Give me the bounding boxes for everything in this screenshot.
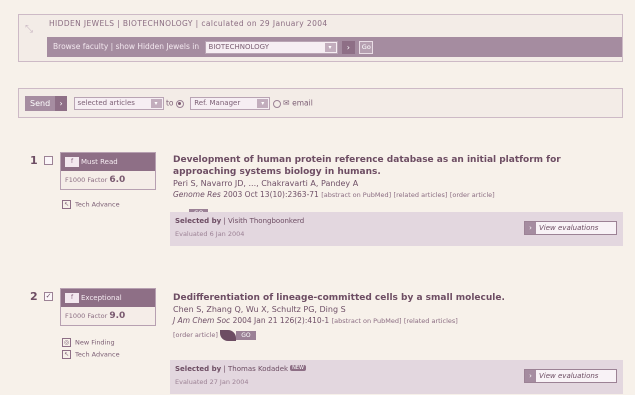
send-arrow-button[interactable]: › xyxy=(55,96,68,111)
linkout-logo[interactable]: GO xyxy=(220,329,256,341)
arrow-right-button[interactable]: › xyxy=(341,40,355,54)
rating-badge: f Must Read F1000 Factor 6.0 xyxy=(60,152,156,190)
faculty-logo-icon: f xyxy=(65,157,79,167)
article-item: 2 ✓ f Exceptional F1000 Factor 9.0 ◎ New F… xyxy=(18,288,623,394)
selected-by-box: Selected by | Visith Thongboonkerd Evalu… xyxy=(170,212,623,246)
selector-name[interactable]: Visith Thongboonkerd xyxy=(228,217,304,225)
rating-badge: f Exceptional F1000 Factor 9.0 xyxy=(60,288,156,326)
target-select[interactable]: Ref. Manager ▾ xyxy=(190,97,271,110)
related-articles-link[interactable]: [related articles] xyxy=(394,191,448,199)
faculty-logo-icon: f xyxy=(65,293,79,303)
category-select-value: BIOTECHNOLOGY xyxy=(208,42,269,51)
rating-label: Must Read xyxy=(81,158,118,166)
category-select[interactable]: BIOTECHNOLOGY ▾ xyxy=(204,40,338,54)
email-radio[interactable] xyxy=(272,99,281,108)
email-label: email xyxy=(292,98,313,108)
chevron-down-icon: ▾ xyxy=(150,99,162,108)
selection-select-value: selected articles xyxy=(77,99,135,107)
selection-select[interactable]: selected articles ▾ xyxy=(73,97,164,110)
factor-value: 9.0 xyxy=(109,311,126,321)
abstract-link[interactable]: [abstract on PubMed] xyxy=(332,317,402,325)
export-radio[interactable] xyxy=(175,99,184,108)
to-label: to xyxy=(165,98,174,108)
article-title[interactable]: Dedifferentiation of lineage-committed c… xyxy=(173,292,623,304)
send-button[interactable]: Send xyxy=(25,96,56,111)
view-evaluations-button[interactable]: › View evaluations xyxy=(524,221,617,235)
chevron-down-icon: ▾ xyxy=(257,99,269,108)
new-finding-icon: ◎ xyxy=(62,338,71,347)
factor-label: F1000 Factor xyxy=(65,176,108,184)
article-authors: Peri S, Navarro JD, ..., Chakravarti A, … xyxy=(173,179,359,188)
browse-label: Browse faculty | show Hidden Jewels in xyxy=(53,42,200,51)
order-article-link[interactable]: [order article] xyxy=(173,331,218,339)
selected-by-box: Selected by | Thomas Kodadek NEW Evaluate… xyxy=(170,360,623,394)
chevron-down-icon: ▾ xyxy=(324,42,336,52)
tag-new-finding[interactable]: ◎ New Finding xyxy=(62,338,115,347)
arrow-up-left-icon: ↖ xyxy=(62,200,71,209)
abstract-link[interactable]: [abstract on PubMed] xyxy=(321,191,391,199)
arrow-up-left-icon: ↖ xyxy=(62,350,71,359)
evaluated-date: Evaluated 27 Jan 2004 xyxy=(175,378,249,386)
article-title[interactable]: Development of human protein reference d… xyxy=(173,154,623,178)
article-checkbox[interactable] xyxy=(44,156,53,165)
new-badge: NEW xyxy=(290,365,306,371)
article-item: 1 f Must Read F1000 Factor 6.0 ↖ Tech Adva… xyxy=(18,152,623,247)
browse-row: Browse faculty | show Hidden Jewels in B… xyxy=(47,37,622,57)
article-citation: Genome Res 2003 Oct 13(10):2363-71 [abst… xyxy=(173,190,495,199)
factor-value: 6.0 xyxy=(109,175,126,185)
corner-icon: ⤡ xyxy=(25,24,33,35)
article-citation: J Am Chem Soc 2004 Jan 21 126(2):410-1 [… xyxy=(173,316,458,325)
rating-label: Exceptional xyxy=(81,294,122,302)
factor-label: F1000 Factor xyxy=(65,312,108,320)
go-button[interactable]: Go xyxy=(359,40,374,54)
article-authors: Chen S, Zhang Q, Wu X, Schultz PG, Ding … xyxy=(173,305,346,314)
header-bar: ⤡ HIDDEN JEWELS | BIOTECHNOLOGY | calcul… xyxy=(18,14,623,62)
evaluated-date: Evaluated 6 Jan 2004 xyxy=(175,230,245,238)
send-bar: Send › selected articles ▾ to Ref. Manage… xyxy=(18,88,623,118)
selector-name[interactable]: Thomas Kodadek xyxy=(228,365,288,373)
related-articles-link[interactable]: [related articles] xyxy=(404,317,458,325)
view-evaluations-button[interactable]: › View evaluations xyxy=(524,369,617,383)
breadcrumb: HIDDEN JEWELS | BIOTECHNOLOGY | calculat… xyxy=(49,19,328,28)
tag-tech-advance[interactable]: ↖ Tech Advance xyxy=(62,200,120,209)
article-number: 1 xyxy=(30,154,38,167)
tag-tech-advance[interactable]: ↖ Tech Advance xyxy=(62,350,120,359)
article-number: 2 xyxy=(30,290,38,303)
order-article-link[interactable]: [order article] xyxy=(450,191,495,199)
target-select-value: Ref. Manager xyxy=(194,99,241,107)
envelope-icon: ✉ xyxy=(283,98,290,108)
article-checkbox[interactable]: ✓ xyxy=(44,292,53,301)
